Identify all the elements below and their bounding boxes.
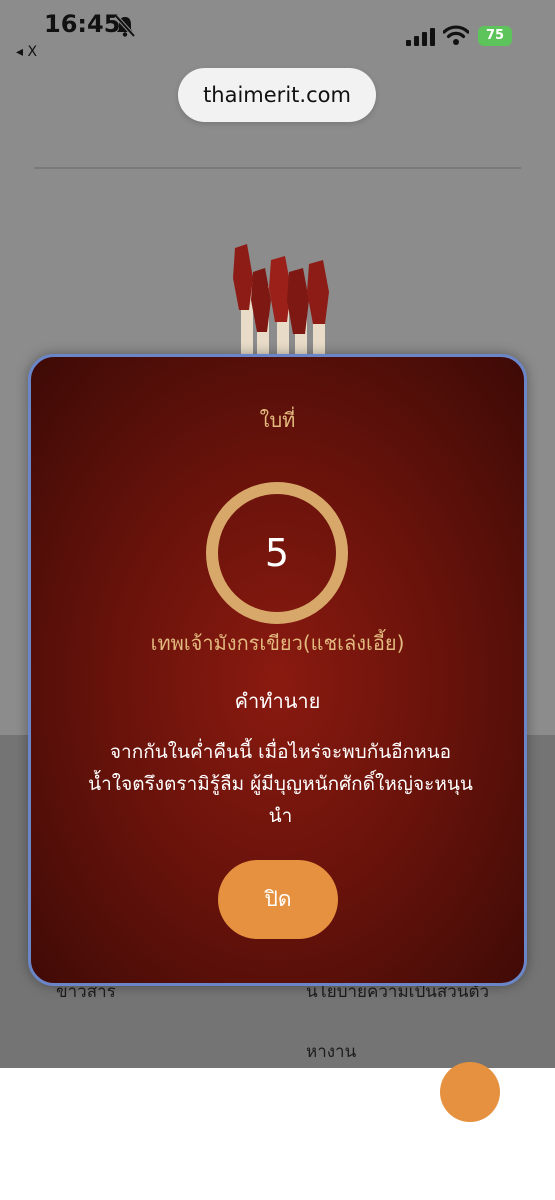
footer-jobs-link: หางาน — [306, 1042, 357, 1062]
wifi-icon — [443, 25, 469, 45]
deity-name: เทพเจ้ามังกรเขียว(แชเล่งเอี้ย) — [150, 631, 405, 655]
header-divider — [34, 167, 521, 169]
fortune-sticks-image — [233, 244, 329, 356]
fortune-result-modal: ใบที่ 5 เทพเจ้ามังกรเขียว(แชเล่งเอี้ย) ค… — [28, 354, 527, 986]
close-button[interactable]: ปิด — [218, 860, 338, 939]
floating-action-button[interactable] — [440, 1062, 500, 1122]
back-to-app-link[interactable]: ◂ X — [16, 44, 37, 60]
status-time: 16:45 — [44, 10, 121, 38]
prediction-text: จากกันในค่ำคืนนี้ เมื่อไหร่จะพบกันอีกหนอ… — [88, 741, 473, 827]
cellular-signal-icon — [406, 28, 435, 46]
prediction-title: คำทำนาย — [234, 689, 321, 713]
battery-indicator: 75 — [478, 26, 512, 46]
slip-label: ใบที่ — [259, 408, 296, 432]
slip-number-badge: 5 — [206, 482, 348, 624]
address-bar[interactable]: thaimerit.com — [178, 68, 376, 122]
bell-muted-icon — [114, 14, 136, 38]
